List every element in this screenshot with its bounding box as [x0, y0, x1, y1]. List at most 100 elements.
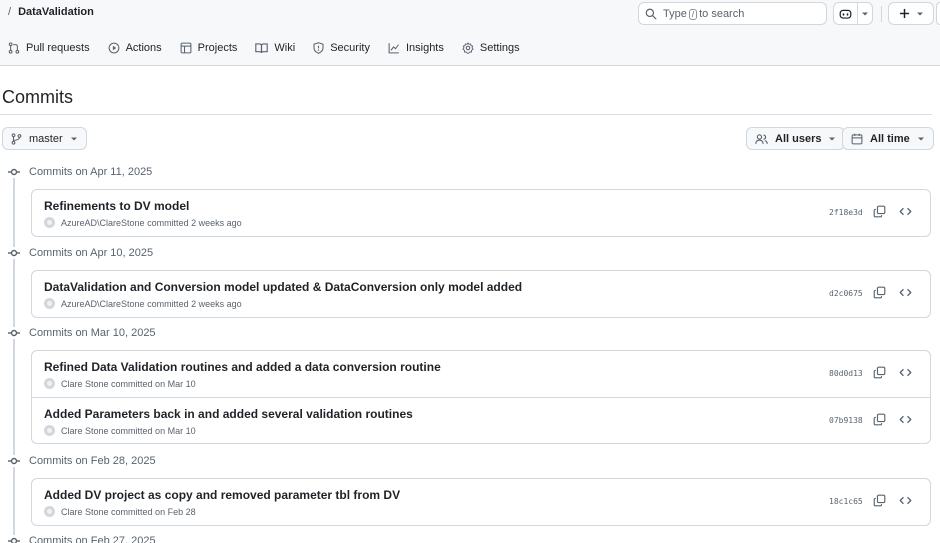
- commit-row: Refinements to DV model AzureAD\ClareSto…: [32, 190, 930, 236]
- repo-name-link[interactable]: DataValidation: [18, 6, 94, 18]
- calendar-icon: [851, 133, 863, 145]
- header-divider: [881, 6, 882, 22]
- git-commit-icon: [8, 327, 20, 339]
- commit-sha-link[interactable]: d2c0675: [829, 289, 863, 298]
- git-commit-icon: [8, 166, 20, 178]
- tab-label: Pull requests: [26, 42, 90, 54]
- tab-insights[interactable]: Insights: [388, 42, 444, 54]
- create-new-button[interactable]: [888, 2, 934, 25]
- commit-time: Feb 28: [167, 506, 196, 517]
- copy-icon[interactable]: [873, 413, 886, 426]
- copy-icon[interactable]: [873, 494, 886, 507]
- git-commit-icon: [8, 247, 20, 259]
- copilot-icon: [839, 8, 852, 20]
- code-browse-icon[interactable]: [899, 494, 912, 507]
- commit-message-link[interactable]: Refinements to DV model: [44, 199, 189, 213]
- copilot-button-group: [833, 2, 873, 25]
- commit-list: Refined Data Validation routines and add…: [31, 350, 931, 444]
- code-browse-icon[interactable]: [899, 366, 912, 379]
- git-commit-icon: [8, 535, 20, 543]
- chevron-down-icon: [70, 135, 78, 143]
- commit-row: Refined Data Validation routines and add…: [32, 351, 930, 397]
- book-icon: [255, 42, 269, 54]
- commit-group-date: Commits on Apr 11, 2025: [29, 166, 153, 178]
- commit-action: committed: [147, 217, 189, 228]
- chevron-down-icon: [916, 3, 924, 24]
- code-browse-icon[interactable]: [899, 205, 912, 218]
- commit-author-link[interactable]: Clare Stone: [61, 426, 109, 436]
- commit-row: Added DV project as copy and removed par…: [32, 479, 930, 525]
- table-icon: [180, 42, 192, 54]
- copy-icon[interactable]: [873, 286, 886, 299]
- commit-sha-link[interactable]: 80d0d13: [829, 369, 863, 378]
- chevron-down-icon: [917, 135, 925, 143]
- commit-group-date: Commits on Feb 28, 2025: [29, 455, 156, 467]
- tab-projects[interactable]: Projects: [180, 42, 238, 54]
- commit-message-link[interactable]: Refined Data Validation routines and add…: [44, 360, 441, 374]
- commit-group-header: Commits on Apr 10, 2025: [8, 247, 153, 259]
- avatar[interactable]: [44, 298, 55, 309]
- avatar[interactable]: [44, 217, 55, 228]
- tab-label: Projects: [197, 42, 238, 54]
- commit-author-link[interactable]: Clare Stone: [61, 507, 109, 517]
- commit-time: Mar 10: [167, 425, 196, 436]
- commit-meta: AzureAD\ClareStone committed 2 weeks ago: [44, 217, 242, 228]
- commit-sha-link[interactable]: 18c1c65: [829, 497, 863, 506]
- tab-wiki[interactable]: Wiki: [255, 42, 295, 54]
- avatar[interactable]: [44, 506, 55, 517]
- commit-author-link[interactable]: Clare Stone: [61, 379, 109, 389]
- commit-row: Added Parameters back in and added sever…: [32, 397, 930, 443]
- time-filter-button[interactable]: All time: [842, 127, 934, 150]
- copy-icon[interactable]: [873, 205, 886, 218]
- shield-icon: [313, 42, 324, 54]
- graph-icon: [388, 42, 400, 54]
- git-commit-icon: [8, 455, 20, 467]
- title-divider: [0, 114, 932, 115]
- git-branch-icon: [11, 132, 22, 145]
- people-icon: [755, 133, 768, 145]
- commit-group-date: Commits on Apr 10, 2025: [29, 247, 154, 259]
- copilot-button[interactable]: [834, 3, 857, 24]
- commit-message-link[interactable]: DataValidation and Conversion model upda…: [44, 280, 522, 294]
- commit-group-header: Commits on Mar 10, 2025: [8, 327, 156, 339]
- commit-sha-link[interactable]: 2f18e3d: [829, 208, 863, 217]
- tab-label: Settings: [479, 42, 520, 54]
- commit-row: DataValidation and Conversion model upda…: [32, 271, 930, 317]
- play-icon: [108, 42, 120, 54]
- commit-time: 2 weeks ago: [191, 298, 242, 309]
- commit-group-header: Commits on Feb 28, 2025: [8, 455, 156, 467]
- issues-button-edge[interactable]: [936, 2, 940, 25]
- tab-pull-requests[interactable]: Pull requests: [8, 42, 90, 54]
- commit-group-date: Commits on Feb 27, 2025: [29, 535, 156, 543]
- commit-sha-link[interactable]: 07b9138: [829, 416, 863, 425]
- gear-icon: [462, 42, 474, 54]
- commit-action: committed on: [111, 425, 166, 436]
- copy-icon[interactable]: [873, 366, 886, 379]
- page-title: Commits: [2, 87, 73, 107]
- branch-select-button[interactable]: master: [2, 127, 87, 150]
- commit-message-link[interactable]: Added DV project as copy and removed par…: [44, 488, 400, 502]
- copilot-menu-button[interactable]: [858, 3, 872, 24]
- commit-group-header: Commits on Feb 27, 2025: [8, 535, 156, 543]
- commit-author-link[interactable]: AzureAD\ClareStone: [61, 299, 145, 309]
- search-placeholder-prefix: Type: [663, 7, 687, 20]
- commit-group-date: Commits on Mar 10, 2025: [29, 327, 156, 339]
- search-shortcut-key: /: [688, 8, 698, 20]
- tab-settings[interactable]: Settings: [462, 42, 520, 54]
- avatar[interactable]: [44, 425, 55, 436]
- tab-actions[interactable]: Actions: [108, 42, 162, 54]
- search-icon: [645, 8, 657, 20]
- commit-message-link[interactable]: Added Parameters back in and added sever…: [44, 407, 413, 421]
- commit-action: committed on: [111, 506, 166, 517]
- commit-meta: Clare Stone committed on Mar 10: [44, 378, 196, 389]
- commit-action: committed on: [111, 378, 166, 389]
- tab-security[interactable]: Security: [313, 42, 370, 54]
- commit-time: 2 weeks ago: [191, 217, 242, 228]
- commit-author-link[interactable]: AzureAD\ClareStone: [61, 218, 145, 228]
- users-filter-button[interactable]: All users: [746, 127, 846, 150]
- code-browse-icon[interactable]: [899, 413, 912, 426]
- search-input[interactable]: Type / to search: [638, 2, 827, 25]
- code-browse-icon[interactable]: [899, 286, 912, 299]
- avatar[interactable]: [44, 378, 55, 389]
- commit-group-header: Commits on Apr 11, 2025: [8, 166, 152, 178]
